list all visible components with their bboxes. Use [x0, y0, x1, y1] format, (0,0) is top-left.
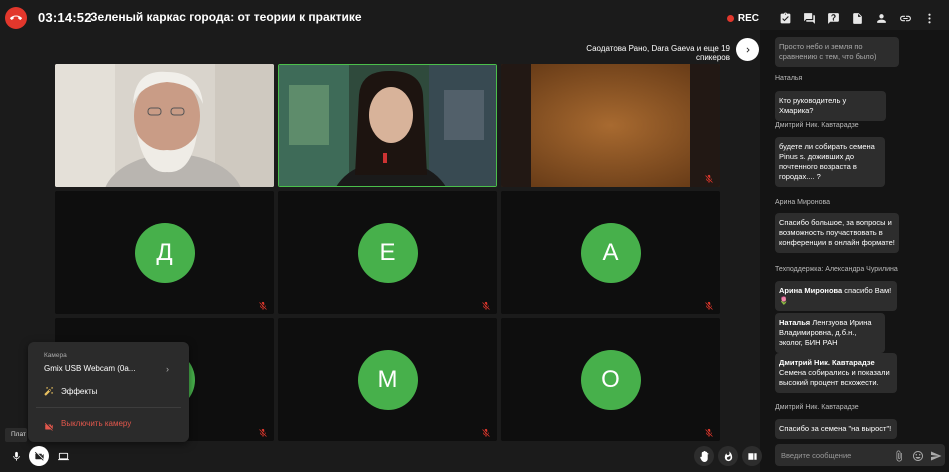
chevron-right-icon — [746, 47, 750, 52]
participant-video-2 — [279, 65, 496, 186]
reply-author: Дмитрий Ник. Кавтарадзе — [779, 358, 875, 367]
participant-tile-3[interactable] — [501, 64, 720, 187]
participant-tile-5[interactable]: Е — [278, 191, 497, 314]
mic-off-icon — [481, 425, 491, 437]
chevron-right-icon: › — [166, 364, 169, 374]
document-icon — [852, 12, 862, 24]
layout-button[interactable] — [742, 446, 762, 466]
participant-avatar: М — [357, 349, 418, 410]
screen-share-button[interactable] — [53, 446, 73, 466]
chat-message: Арина Миронова спасибо Вам! 🌷 — [775, 281, 897, 311]
chat-author: Дмитрий Ник. Кавтарадзе — [775, 122, 859, 129]
leave-call-button[interactable] — [5, 7, 27, 29]
paperclip-icon — [896, 450, 902, 462]
mic-off-icon — [704, 425, 714, 437]
screen-icon — [57, 452, 69, 460]
share-link-button[interactable] — [895, 8, 915, 28]
layout-icon — [747, 452, 757, 460]
phone-hangup-icon — [10, 15, 22, 20]
chat-message: Спасибо за семена "на вырост"! — [775, 419, 897, 439]
chat-author: Наталья — [775, 75, 803, 82]
documents-button[interactable] — [847, 8, 867, 28]
chat-message: Дмитрий Ник. Кавтарадзе Семена собирались… — [775, 353, 897, 393]
reply-author: Наталья — [779, 318, 811, 327]
more-dots-icon — [927, 13, 931, 23]
person-icon — [876, 13, 886, 23]
chat-message: Наталья Ленгзуова Ирина Владимировна, д.… — [775, 313, 885, 353]
chat-author: Техподдержка: Александра Чурилина — [775, 266, 898, 273]
more-button[interactable] — [919, 8, 939, 28]
mic-off-icon — [258, 298, 268, 310]
mic-off-icon — [258, 425, 268, 437]
tooltip: Плат — [5, 428, 27, 442]
mic-off-icon — [481, 298, 491, 310]
reply-author: Арина Миронова — [779, 286, 843, 295]
attach-button[interactable] — [893, 449, 905, 462]
chat-author: Дмитрий Ник. Кавтарадзе — [775, 404, 859, 411]
reactions-button[interactable] — [718, 446, 738, 466]
camera-toggle-button[interactable] — [29, 446, 49, 466]
mic-off-icon — [704, 171, 714, 183]
chat-message: будете ли собирать семена Pinus s. дожив… — [775, 137, 885, 187]
emoji-button[interactable] — [912, 449, 924, 461]
chat-button[interactable] — [799, 8, 819, 28]
chat-icon — [803, 12, 815, 24]
menu-divider — [36, 407, 181, 408]
chat-author: Арина Миронова — [775, 199, 830, 206]
participant-video-1 — [55, 64, 274, 187]
turn-off-camera-item[interactable]: Выключить камеру — [61, 419, 131, 428]
participant-avatar: О — [580, 349, 641, 410]
chat-message: Спасибо большое, за вопросы и возможност… — [775, 213, 899, 253]
conference-title: Зеленый каркас города: от теории к практ… — [90, 10, 362, 24]
participant-tile-1[interactable] — [55, 64, 274, 187]
chat-message-input[interactable] — [781, 449, 881, 461]
participant-tile-8[interactable]: М — [278, 318, 497, 441]
participant-avatar: Е — [357, 222, 418, 283]
chat-message: Просто небо и земля по сравнению с тем, … — [775, 37, 899, 67]
camera-menu: Камера Gmix USB Webcam (0a... › Эффекты … — [28, 342, 189, 442]
send-button[interactable] — [930, 449, 942, 461]
next-page-button[interactable] — [736, 38, 759, 61]
smiley-icon — [913, 451, 923, 461]
participant-avatar: Д — [134, 222, 195, 283]
link-icon — [899, 15, 911, 21]
effects-menu-item[interactable]: Эффекты — [61, 387, 97, 396]
participant-tile-4[interactable]: Д — [55, 191, 274, 314]
question-icon — [827, 12, 839, 24]
record-dot-icon — [726, 14, 734, 22]
raise-hand-button[interactable] — [694, 446, 714, 466]
participant-avatar: А — [580, 222, 641, 283]
mic-button[interactable] — [6, 446, 26, 466]
chat-input-box — [775, 444, 945, 466]
video-conference-app: 03:14:52 Зеленый каркас города: от теори… — [0, 0, 949, 472]
clipboard-icon — [780, 12, 790, 23]
recording-indicator: REC — [726, 12, 759, 24]
participant-tile-6[interactable]: А — [501, 191, 720, 314]
reply-text: Семена собирались и показали высокий про… — [779, 368, 890, 387]
camera-off-icon — [44, 419, 54, 431]
magic-wand-icon — [44, 386, 54, 398]
top-toolbar: REC — [726, 8, 939, 28]
camera-menu-label: Камера — [44, 352, 67, 359]
chat-panel: Просто небо и земля по сравнению с тем, … — [760, 30, 949, 472]
microphone-icon — [12, 451, 20, 461]
send-icon — [931, 451, 942, 461]
participant-tile-2[interactable] — [278, 64, 497, 187]
camera-off-icon — [34, 451, 44, 461]
mic-off-icon — [704, 298, 714, 310]
hand-icon — [699, 450, 709, 462]
participant-tile-9[interactable]: О — [501, 318, 720, 441]
call-timer: 03:14:52 — [38, 10, 92, 25]
questions-button[interactable] — [823, 8, 843, 28]
agenda-button[interactable] — [775, 8, 795, 28]
camera-device-select[interactable]: Gmix USB Webcam (0a... — [44, 364, 135, 373]
participants-button[interactable] — [871, 8, 891, 28]
chat-message: Кто руководитель у Хмарика? — [775, 91, 886, 121]
fire-icon — [724, 450, 732, 461]
participant-video-3 — [501, 64, 720, 187]
speakers-summary: Саодатова Рано, Dara Gaeva и еще 19 спик… — [586, 44, 730, 62]
rec-label: REC — [737, 12, 759, 24]
